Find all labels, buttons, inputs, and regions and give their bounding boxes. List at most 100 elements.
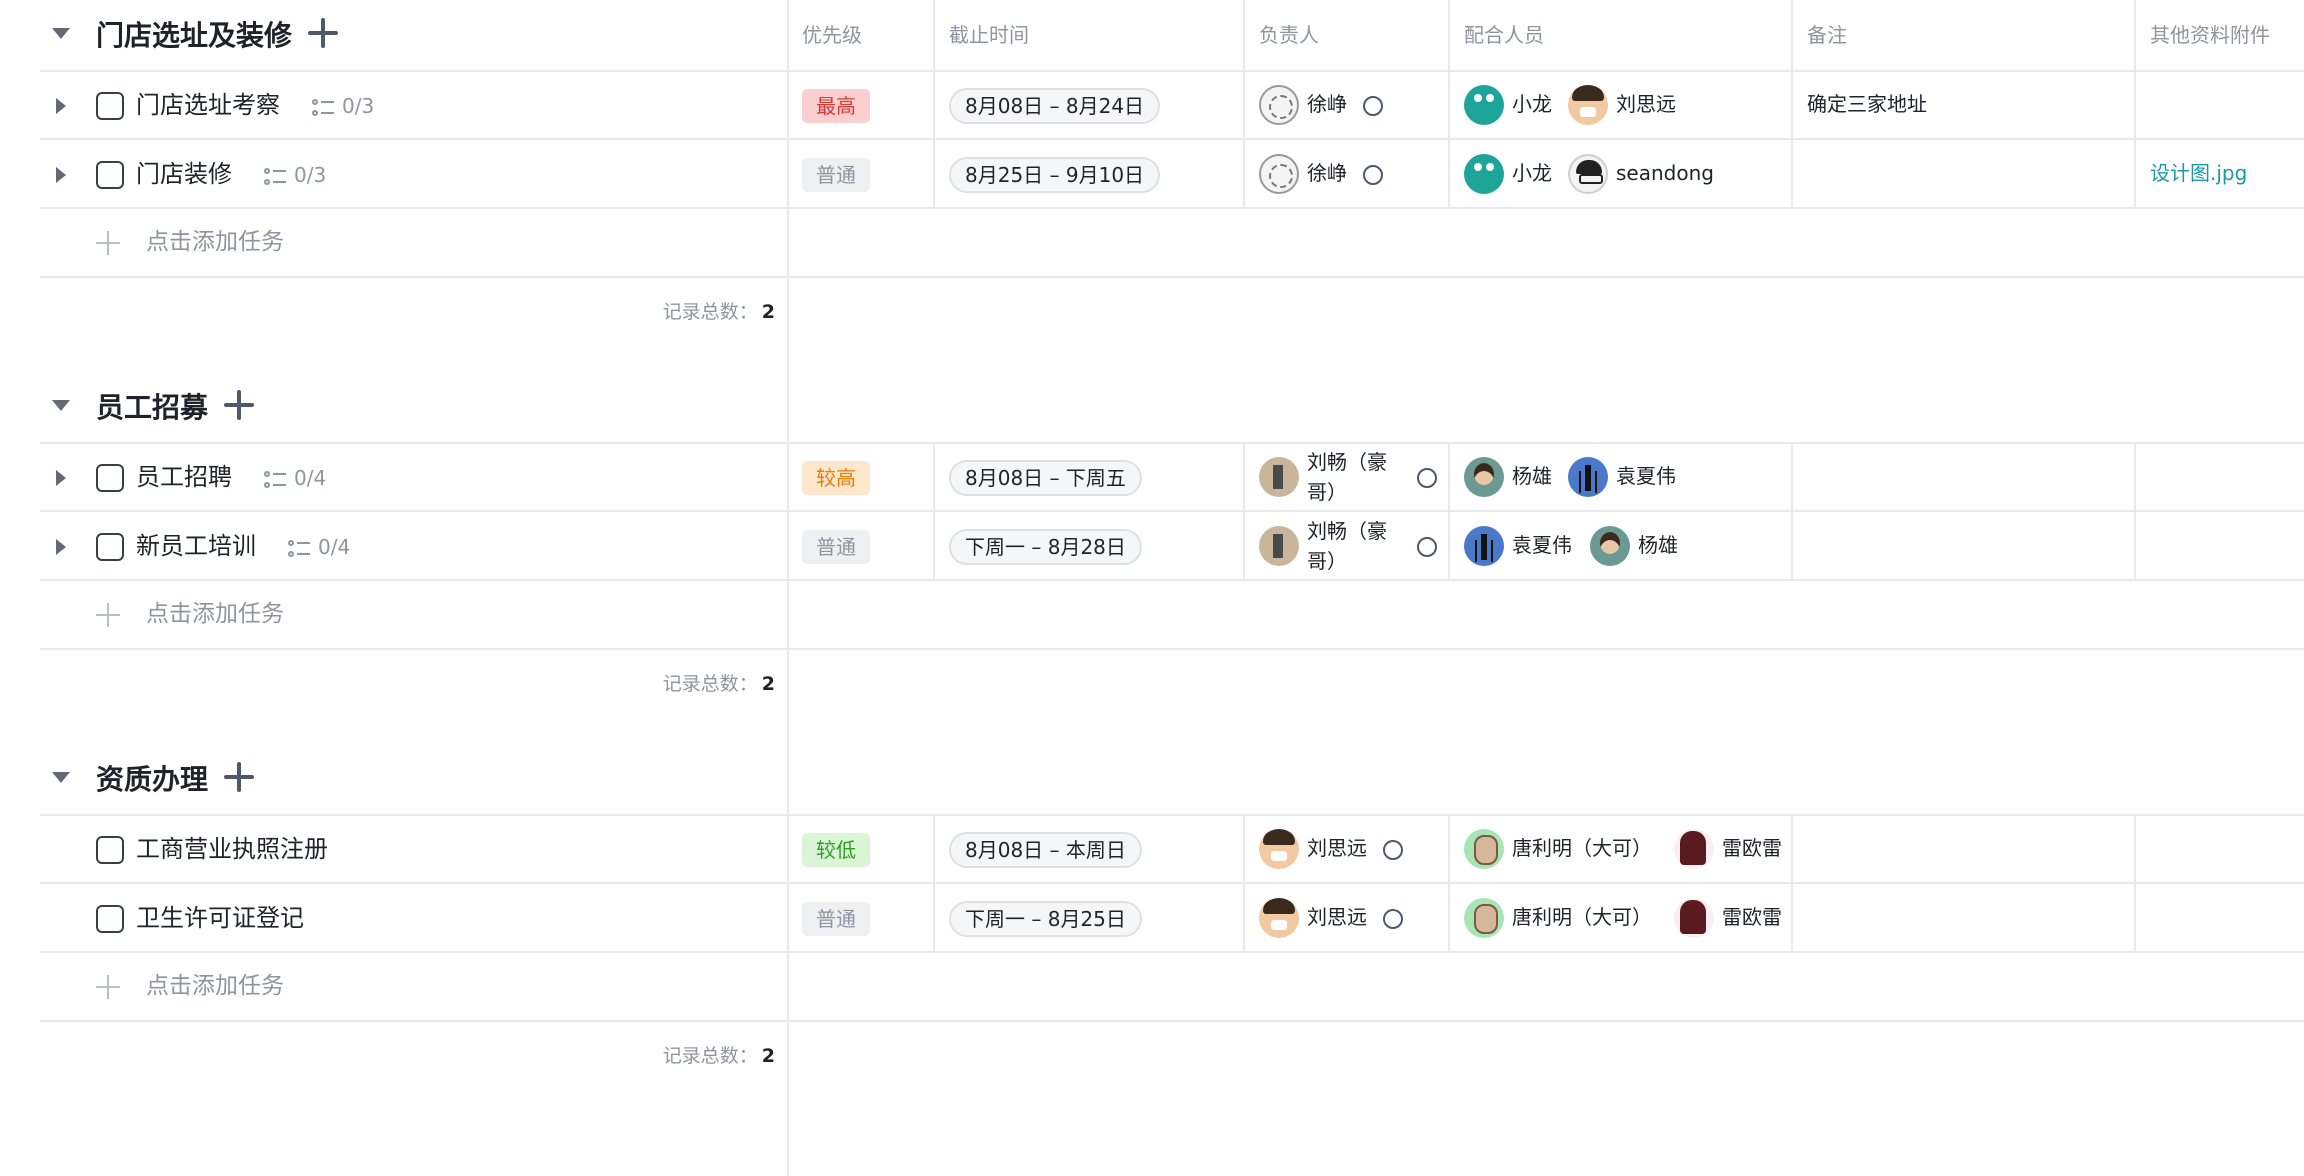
- attachment-link[interactable]: 设计图.jpg: [2150, 140, 2247, 207]
- owner-cell[interactable]: 刘畅（豪哥）: [1243, 512, 1448, 579]
- collaborators-cell[interactable]: 小龙 seandong: [1448, 140, 1791, 207]
- group-title[interactable]: 门店选址及装修: [96, 16, 292, 56]
- attachments-cell[interactable]: 设计图.jpg: [2134, 140, 2304, 207]
- collapse-caret-icon[interactable]: [52, 400, 70, 411]
- task-title[interactable]: 新员工培训: [136, 526, 256, 566]
- task-checkbox[interactable]: [96, 92, 124, 120]
- column-header-attachments[interactable]: 其他资料附件: [2134, 0, 2304, 70]
- owner-cell[interactable]: 徐峥: [1243, 71, 1448, 138]
- deadline-cell[interactable]: 下周一 – 8月28日: [933, 512, 1243, 579]
- owner-cell[interactable]: 徐峥: [1243, 140, 1448, 207]
- avatar: [1259, 898, 1299, 938]
- owner-cell[interactable]: 刘思远: [1243, 815, 1448, 882]
- notes-cell[interactable]: [1791, 443, 2134, 510]
- deadline-cell[interactable]: 8月08日 – 下周五: [933, 443, 1243, 510]
- column-header-owner[interactable]: 负责人: [1243, 0, 1448, 70]
- task-title[interactable]: 门店选址考察: [136, 85, 280, 125]
- add-task-label[interactable]: 点击添加任务: [146, 209, 284, 276]
- group-header: 员工招募: [40, 372, 2304, 444]
- group-title[interactable]: 员工招募: [96, 388, 208, 428]
- expand-row-icon[interactable]: [56, 539, 66, 555]
- subtask-list-icon: [264, 470, 286, 489]
- subtask-list-icon: [264, 167, 286, 186]
- notes-cell[interactable]: [1791, 815, 2134, 882]
- notes-cell[interactable]: [1791, 512, 2134, 579]
- status-circle-icon[interactable]: [1417, 537, 1437, 557]
- table-row[interactable]: 卫生许可证登记 普通 下周一 – 8月25日 刘思远 唐利明（大可） 雷欧雷欧: [40, 884, 2304, 953]
- task-checkbox[interactable]: [96, 905, 124, 933]
- collaborator-name: 小龙: [1512, 92, 1552, 116]
- priority-cell[interactable]: 普通: [788, 140, 933, 207]
- table-row[interactable]: 新员工培训 0/4 普通 下周一 – 8月28日 刘畅（豪哥） 袁夏伟 杨雄: [40, 512, 2304, 581]
- status-circle-icon[interactable]: [1363, 165, 1383, 185]
- add-task-row[interactable]: 点击添加任务: [40, 209, 2304, 278]
- plus-icon[interactable]: [96, 231, 120, 255]
- column-header-deadline[interactable]: 截止时间: [933, 0, 1243, 70]
- status-circle-icon[interactable]: [1363, 96, 1383, 116]
- task-title[interactable]: 工商营业执照注册: [136, 829, 328, 869]
- task-title[interactable]: 卫生许可证登记: [136, 898, 304, 938]
- collapse-caret-icon[interactable]: [52, 28, 70, 39]
- plus-icon[interactable]: [96, 975, 120, 999]
- table-row[interactable]: 门店选址考察 0/3 最高 8月08日 – 8月24日 徐峥 小龙 刘思远 确定…: [40, 71, 2304, 140]
- priority-tag: 普通: [802, 530, 870, 564]
- add-task-label[interactable]: 点击添加任务: [146, 581, 284, 648]
- expand-row-icon[interactable]: [56, 470, 66, 486]
- add-task-icon[interactable]: [224, 762, 254, 792]
- task-title[interactable]: 门店装修: [136, 154, 232, 194]
- group-title[interactable]: 资质办理: [96, 760, 208, 800]
- column-header-priority[interactable]: 优先级: [788, 0, 928, 70]
- task-checkbox[interactable]: [96, 533, 124, 561]
- avatar: [1259, 85, 1299, 125]
- table-row[interactable]: 工商营业执照注册 较低 8月08日 – 本周日 刘思远 唐利明（大可） 雷欧雷欧: [40, 815, 2304, 884]
- status-circle-icon[interactable]: [1383, 840, 1403, 860]
- table-row[interactable]: 员工招聘 0/4 较高 8月08日 – 下周五 刘畅（豪哥） 杨雄 袁夏伟: [40, 443, 2304, 512]
- add-task-icon[interactable]: [224, 390, 254, 420]
- add-task-label[interactable]: 点击添加任务: [146, 953, 284, 1020]
- owner-name: 刘思远: [1307, 836, 1367, 860]
- collapse-caret-icon[interactable]: [52, 772, 70, 783]
- attachments-cell[interactable]: [2134, 71, 2304, 138]
- deadline-cell[interactable]: 下周一 – 8月25日: [933, 884, 1243, 951]
- notes-cell[interactable]: [1791, 884, 2134, 951]
- priority-cell[interactable]: 较低: [788, 815, 933, 882]
- table-row[interactable]: 门店装修 0/3 普通 8月25日 – 9月10日 徐峥 小龙 seandong…: [40, 140, 2304, 209]
- subtask-count: 0/3: [312, 95, 374, 117]
- add-task-icon[interactable]: [308, 18, 338, 48]
- status-circle-icon[interactable]: [1383, 909, 1403, 929]
- task-checkbox[interactable]: [96, 161, 124, 189]
- column-header-notes[interactable]: 备注: [1791, 0, 2134, 70]
- expand-row-icon[interactable]: [56, 167, 66, 183]
- collaborators-cell[interactable]: 袁夏伟 杨雄: [1448, 512, 1791, 579]
- collaborator-name: 小龙: [1512, 161, 1552, 185]
- priority-cell[interactable]: 最高: [788, 71, 933, 138]
- plus-icon[interactable]: [96, 603, 120, 627]
- deadline-cell[interactable]: 8月08日 – 8月24日: [933, 71, 1243, 138]
- collaborators-cell[interactable]: 唐利明（大可） 雷欧雷欧: [1448, 884, 1791, 951]
- task-checkbox[interactable]: [96, 464, 124, 492]
- collaborators-cell[interactable]: 小龙 刘思远: [1448, 71, 1791, 138]
- expand-row-icon[interactable]: [56, 98, 66, 114]
- status-circle-icon[interactable]: [1417, 468, 1437, 488]
- column-header-collaborators[interactable]: 配合人员: [1448, 0, 1791, 70]
- collaborators-cell[interactable]: 杨雄 袁夏伟: [1448, 443, 1791, 510]
- owner-cell[interactable]: 刘畅（豪哥）: [1243, 443, 1448, 510]
- priority-cell[interactable]: 普通: [788, 884, 933, 951]
- priority-cell[interactable]: 普通: [788, 512, 933, 579]
- attachments-cell[interactable]: [2134, 815, 2304, 882]
- add-task-row[interactable]: 点击添加任务: [40, 953, 2304, 1022]
- attachments-cell[interactable]: [2134, 884, 2304, 951]
- note-text: 确定三家地址: [1807, 92, 1927, 116]
- priority-cell[interactable]: 较高: [788, 443, 933, 510]
- task-checkbox[interactable]: [96, 836, 124, 864]
- notes-cell[interactable]: [1791, 140, 2134, 207]
- attachments-cell[interactable]: [2134, 443, 2304, 510]
- deadline-cell[interactable]: 8月08日 – 本周日: [933, 815, 1243, 882]
- deadline-cell[interactable]: 8月25日 – 9月10日: [933, 140, 1243, 207]
- owner-cell[interactable]: 刘思远: [1243, 884, 1448, 951]
- collaborators-cell[interactable]: 唐利明（大可） 雷欧雷欧: [1448, 815, 1791, 882]
- attachments-cell[interactable]: [2134, 512, 2304, 579]
- notes-cell[interactable]: 确定三家地址: [1791, 71, 2134, 138]
- task-title[interactable]: 员工招聘: [136, 457, 232, 497]
- add-task-row[interactable]: 点击添加任务: [40, 581, 2304, 650]
